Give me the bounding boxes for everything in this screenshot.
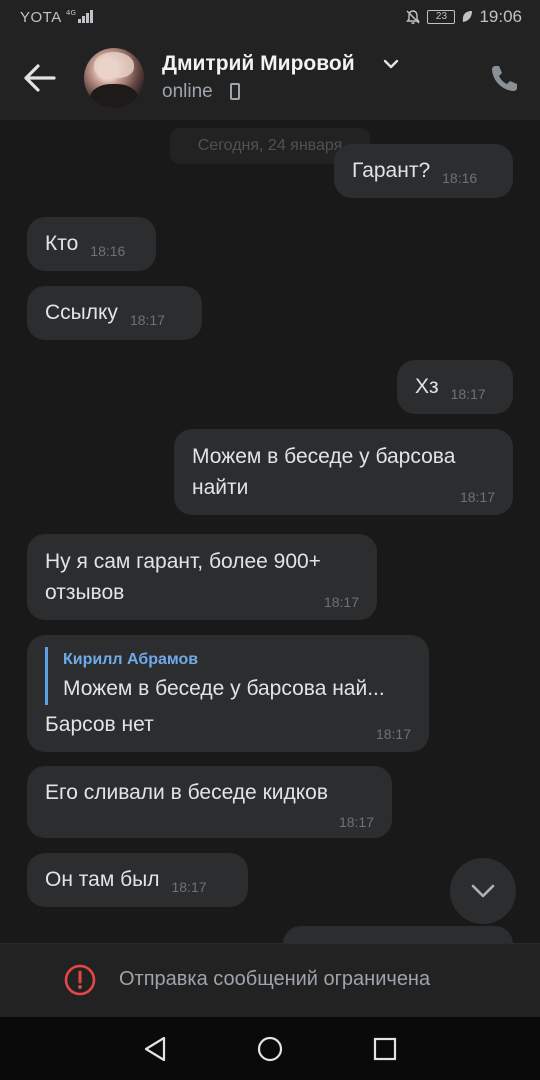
chevron-down-icon bbox=[471, 884, 495, 898]
message-outgoing[interactable]: Можем в беседе у барсова найти 18:17 bbox=[174, 429, 513, 515]
message-text: Он там был bbox=[45, 868, 160, 891]
chevron-down-icon[interactable] bbox=[383, 58, 399, 70]
message-incoming[interactable]: Он там был 18:17 bbox=[27, 853, 248, 907]
restriction-banner: Отправка сообщений ограничена bbox=[0, 943, 540, 1018]
message-text: Гарант? bbox=[352, 159, 431, 182]
message-text: Барсов нет bbox=[45, 713, 154, 736]
signal-icon: 4G bbox=[66, 9, 93, 23]
chat-header: Дмитрий Мировой online bbox=[0, 36, 540, 120]
message-list[interactable]: Сегодня, 24 января Гарант? 18:16 Кто 18:16… bbox=[0, 120, 540, 943]
scroll-down-button[interactable] bbox=[450, 858, 516, 924]
message-time: 18:17 bbox=[459, 489, 495, 505]
message-time: 18:17 bbox=[171, 879, 207, 895]
circle-home-icon[interactable] bbox=[256, 1035, 284, 1063]
battery-icon: 23 bbox=[427, 10, 456, 24]
message-outgoing[interactable] bbox=[283, 926, 513, 943]
message-time: 18:17 bbox=[375, 726, 411, 742]
mobile-device-icon bbox=[230, 83, 240, 100]
triangle-back-icon[interactable] bbox=[142, 1035, 168, 1063]
message-text: Его сливали в беседе кидков bbox=[45, 781, 328, 804]
message-text: Хз bbox=[415, 375, 439, 398]
message-outgoing[interactable]: Хз 18:17 bbox=[397, 360, 513, 414]
restriction-message: Отправка сообщений ограничена bbox=[119, 968, 431, 990]
reply-text: Можем в беседе у барсова най... bbox=[63, 677, 385, 700]
message-time: 18:16 bbox=[90, 243, 126, 259]
contact-name[interactable]: Дмитрий Мировой bbox=[162, 52, 355, 76]
clock: 19:06 bbox=[479, 7, 522, 26]
navigation-bar bbox=[0, 1017, 540, 1080]
message-text: Ссылку bbox=[45, 301, 118, 324]
square-recents-icon[interactable] bbox=[372, 1035, 398, 1063]
message-incoming[interactable]: Ну я сам гарант, более 900+ отзывов 18:1… bbox=[27, 534, 377, 620]
message-time: 18:17 bbox=[338, 814, 374, 830]
message-incoming[interactable]: Его сливали в беседе кидков 18:17 bbox=[27, 766, 392, 838]
presence-status: online bbox=[162, 81, 213, 102]
message-text: Ну я сам гарант, более 900+ отзывов bbox=[45, 550, 321, 604]
carrier-name: YOTA bbox=[20, 9, 62, 26]
exclamation-circle-icon bbox=[64, 964, 96, 996]
svg-text:4G: 4G bbox=[66, 9, 76, 17]
message-time: 18:17 bbox=[450, 386, 486, 402]
status-bar: YOTA 4G 23 19:06 bbox=[0, 0, 540, 36]
arrow-left-icon[interactable] bbox=[22, 62, 58, 94]
message-time: 18:17 bbox=[129, 312, 165, 328]
message-incoming-reply[interactable]: Кирилл Абрамов Можем в беседе у барсова … bbox=[27, 635, 429, 752]
bell-off-icon bbox=[406, 10, 421, 24]
message-text: Можем в беседе у барсова найти bbox=[192, 445, 456, 499]
message-text: Кто bbox=[45, 232, 79, 255]
reply-author: Кирилл Абрамов bbox=[63, 651, 199, 668]
message-incoming[interactable]: Ссылку 18:17 bbox=[27, 286, 202, 340]
leaf-icon bbox=[463, 11, 473, 22]
message-outgoing[interactable]: Гарант? 18:16 bbox=[334, 144, 513, 198]
message-time: 18:16 bbox=[442, 170, 478, 186]
phone-icon[interactable] bbox=[488, 62, 520, 94]
message-incoming[interactable]: Кто 18:16 bbox=[27, 217, 156, 271]
avatar[interactable] bbox=[84, 48, 144, 108]
reply-quote[interactable]: Кирилл Абрамов Можем в беседе у барсова … bbox=[45, 647, 411, 705]
message-time: 18:17 bbox=[323, 594, 359, 610]
